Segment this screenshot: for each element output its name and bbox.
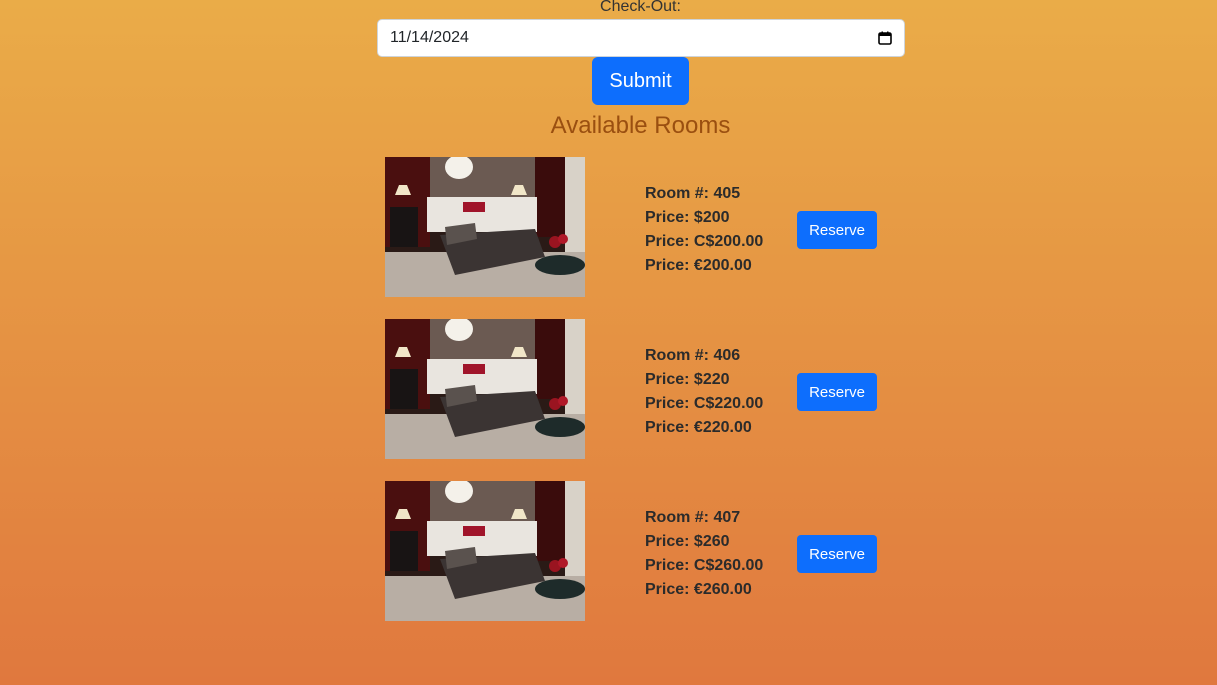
room-card: Room #: 405 Price: $200 Price: C$200.00 …: [385, 157, 885, 297]
room-price-usd: Price: $200: [645, 209, 730, 226]
room-price-cad: Price: C$260.00: [645, 557, 764, 574]
room-price-eur: Price: €200.00: [645, 257, 752, 274]
room-number: Room #: 406: [645, 347, 741, 364]
room-number: Room #: 407: [645, 509, 741, 526]
reserve-button[interactable]: Reserve: [797, 373, 877, 411]
checkout-label: Check-Out:: [600, 0, 681, 15]
reserve-button[interactable]: Reserve: [797, 211, 877, 249]
room-price-cad: Price: C$200.00: [645, 233, 764, 250]
reserve-button[interactable]: Reserve: [797, 535, 877, 573]
room-number: Room #: 405: [645, 185, 741, 202]
room-price-eur: Price: €260.00: [645, 581, 752, 598]
room-photo: [385, 319, 585, 459]
checkout-date-input[interactable]: 11/14/2024: [377, 19, 905, 57]
room-photo: [385, 157, 585, 297]
room-card: Room #: 407 Price: $260 Price: C$260.00 …: [385, 481, 885, 621]
room-info: Room #: 407 Price: $260 Price: C$260.00 …: [645, 506, 763, 602]
room-card: Room #: 406 Price: $220 Price: C$220.00 …: [385, 319, 885, 459]
room-info: Room #: 405 Price: $200 Price: C$200.00 …: [645, 182, 763, 278]
available-rooms-title: Available Rooms: [550, 112, 731, 139]
calendar-icon[interactable]: [878, 31, 892, 45]
room-price-usd: Price: $260: [645, 533, 730, 550]
room-photo: [385, 481, 585, 621]
room-price-cad: Price: C$220.00: [645, 395, 764, 412]
room-info: Room #: 406 Price: $220 Price: C$220.00 …: [645, 344, 763, 440]
room-price-eur: Price: €220.00: [645, 419, 752, 436]
room-price-usd: Price: $220: [645, 371, 730, 388]
checkout-date-value: 11/14/2024: [390, 29, 469, 46]
submit-button[interactable]: Submit: [592, 57, 689, 105]
